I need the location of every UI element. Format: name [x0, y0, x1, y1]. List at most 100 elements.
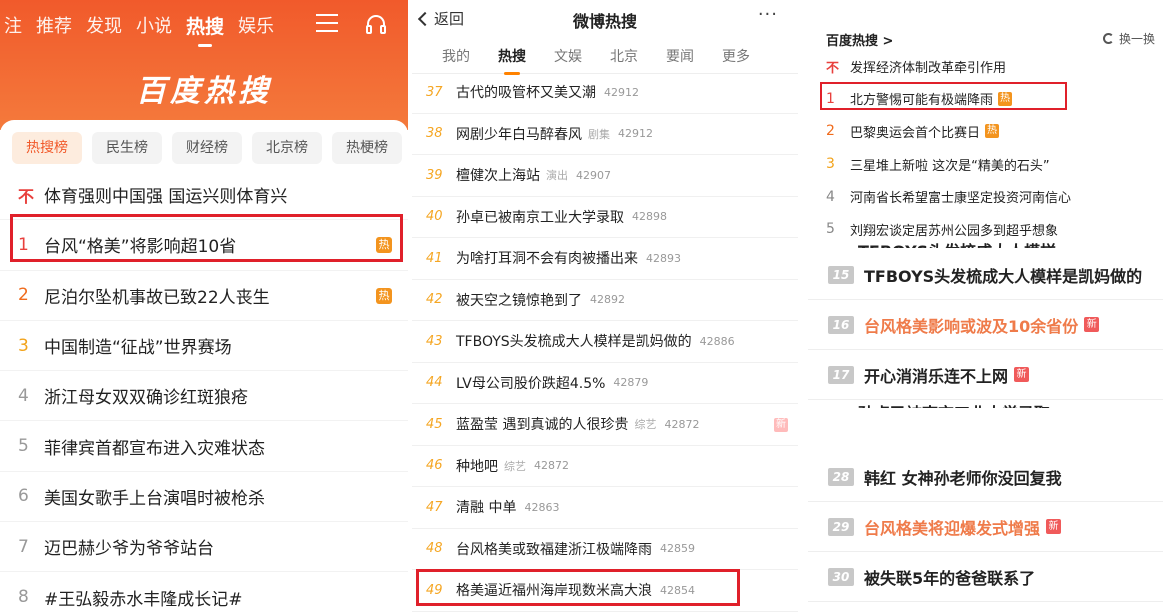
- list-item-text: 台风格美影响或波及10余省份: [864, 316, 1079, 336]
- heat-count: 42879: [613, 376, 649, 390]
- list-item[interactable]: 4 浙江母女双双确诊红斑狼疮: [0, 371, 408, 422]
- highlight-box: [820, 82, 1067, 110]
- list-item[interactable]: 41 为啥打耳洞不会有肉被播出来 42893: [412, 238, 798, 280]
- rank-number: 8: [18, 587, 29, 608]
- list-item-text: 韩红 女神孙老师你没回复我: [864, 468, 1062, 488]
- baidu-board-tabs: 热搜榜 民生榜 财经榜 北京榜 热梗榜: [12, 132, 408, 164]
- refresh-label: 换一换: [1118, 32, 1155, 46]
- page-title: 微博热搜: [572, 12, 637, 31]
- tab-beijing-board[interactable]: 北京榜: [252, 132, 322, 164]
- heat-count: 42907: [576, 168, 611, 182]
- list-item[interactable]: 39 檀健次上海站 演出 42907: [412, 155, 798, 197]
- list-item-text: 台风格美或致福建浙江极端降雨: [456, 541, 652, 558]
- nav-item-novel[interactable]: 小说: [136, 12, 172, 38]
- list-item-text: 中国制造“征战”世界赛场: [44, 338, 232, 359]
- list-item[interactable]: 44 LV母公司股价跌超4.5% 42879: [412, 363, 798, 404]
- rank-number: 17: [828, 365, 854, 384]
- nav-item-discover[interactable]: 发现: [86, 12, 122, 38]
- tab-hot-search[interactable]: 热搜: [498, 46, 526, 75]
- menu-icon[interactable]: [316, 14, 338, 34]
- list-item[interactable]: 4 河南省长希望富士康坚定投资河南信心: [826, 180, 1071, 213]
- list-item[interactable]: 43 TFBOYS头发梳成大人模样是凯妈做的 42886: [412, 321, 798, 363]
- list-item[interactable]: 47 清融 中单 42863: [412, 487, 798, 529]
- refresh-button[interactable]: 换一换: [1102, 30, 1155, 47]
- tab-beijing[interactable]: 北京: [610, 46, 638, 66]
- list-item[interactable]: 不体育强则中国强 国运兴则体育兴: [0, 170, 408, 221]
- list-item[interactable]: 42 被天空之镜惊艳到了 42892: [412, 280, 798, 321]
- more-options-button[interactable]: ···: [758, 4, 778, 25]
- pinned-icon: 不: [18, 186, 35, 206]
- nav-item-hot-search[interactable]: 热搜: [186, 12, 224, 47]
- list-item[interactable]: 2 尼泊尔坠机事故已致22人丧生 热: [0, 271, 408, 321]
- category-tag: 演出: [546, 169, 568, 183]
- list-item[interactable]: 2 巴黎奥运会首个比赛日热: [826, 115, 1071, 148]
- list-item-text: 古代的吸管杯又美又潮: [456, 85, 596, 102]
- list-item[interactable]: 15 TFBOYS头发梳成大人模样是凯妈做的: [808, 250, 1163, 300]
- tab-entertainment[interactable]: 文娱: [554, 46, 582, 66]
- list-item-text: 种地吧: [456, 458, 498, 475]
- list-item[interactable]: 38 网剧少年白马醉春风 剧集 42912: [412, 114, 798, 155]
- list-item[interactable]: 48 台风格美或致福建浙江极端降雨 42859: [412, 529, 798, 570]
- list-item-text: 三星堆上新啦 这次是“精美的石头”: [850, 158, 1050, 174]
- list-item[interactable]: 46 种地吧 综艺 42872: [412, 446, 798, 487]
- tab-more[interactable]: 更多: [722, 46, 750, 66]
- headphone-icon[interactable]: [364, 12, 388, 36]
- list-item[interactable]: 6 美国女歌手上台演唱时被枪杀: [0, 472, 408, 523]
- list-item-text: 开心消消乐连不上网: [864, 366, 1009, 386]
- list-item[interactable]: 45 蓝盈莹 遇到真诚的人很珍贵 综艺 42872 新: [412, 404, 798, 446]
- rank-number: 48: [426, 541, 443, 557]
- rank-number: 5: [18, 436, 29, 457]
- list-item[interactable]: 16 台风格美影响或波及10余省份新: [808, 300, 1163, 350]
- list-item[interactable]: 17 开心消消乐连不上网新: [808, 350, 1163, 400]
- heat-count: 42912: [604, 85, 639, 99]
- nav-item-0[interactable]: 注: [4, 12, 22, 38]
- rank-number: 15: [828, 265, 854, 284]
- list-item[interactable]: 7 迈巴赫少爷为爷爷站台: [0, 522, 408, 573]
- baidu-pc-title-link[interactable]: 百度热搜 >: [826, 30, 893, 49]
- list-item[interactable]: 37 古代的吸管杯又美又潮 42912: [412, 72, 798, 114]
- rank-number: 39: [426, 167, 443, 183]
- new-badge: 新: [1046, 519, 1062, 534]
- list-item[interactable]: 不发挥经济体制改革牵引作用: [826, 50, 1071, 83]
- list-item[interactable]: 29 台风格美将迎爆发式增强新: [808, 502, 1163, 552]
- category-tag: 剧集: [588, 127, 610, 141]
- list-item-text: 巴黎奥运会首个比赛日: [850, 125, 981, 141]
- tab-news[interactable]: 要闻: [666, 46, 694, 66]
- nav-item-recommend[interactable]: 推荐: [36, 12, 72, 38]
- list-item[interactable]: 5 菲律宾首都宣布进入灾难状态: [0, 421, 408, 472]
- rank-number: 37: [426, 84, 443, 100]
- baidu-pc-hot-panel: 百度热搜 > 换一换 不发挥经济体制改革牵引作用 1 北方警惕可能有极端降雨热 2…: [806, 0, 1163, 242]
- list-item[interactable]: 3 中国制造“征战”世界赛场: [0, 321, 408, 372]
- weibo-card-group-a: TFBOYS头发梳成大人模样 15TFBOYS头发梳成大人模样是凯妈做的 16台…: [808, 242, 1163, 408]
- heat-count: 42886: [699, 334, 735, 348]
- nav-item-entertainment[interactable]: 娱乐: [238, 12, 274, 38]
- tab-livelihood-board[interactable]: 民生榜: [92, 132, 162, 164]
- list-item-text: 台风格美将迎爆发式增强: [864, 518, 1041, 538]
- list-item-text: 蓝盈莹 遇到真诚的人很珍贵: [456, 417, 629, 434]
- composite-screenshot: 注 推荐 发现 小说 热搜 娱乐 百度热搜 热搜榜 民生榜 财经榜 北京榜 热梗…: [0, 0, 1163, 613]
- list-item[interactable]: 30 被失联5年的爸爸联系了: [808, 552, 1163, 602]
- heat-count: 42859: [660, 542, 695, 556]
- tab-hot-search-board[interactable]: 热搜榜: [12, 132, 82, 164]
- list-item[interactable]: 8 #王弘毅赤水丰隆成长记#: [0, 572, 408, 613]
- list-item[interactable]: 40 孙卓已被南京工业大学录取 42898: [412, 197, 798, 238]
- list-item[interactable]: 28 韩红 女神孙老师你没回复我: [808, 452, 1163, 502]
- baidu-top-nav: 注 推荐 发现 小说 热搜 娱乐: [0, 8, 408, 47]
- tab-mine[interactable]: 我的: [442, 46, 470, 66]
- baidu-header: 注 推荐 发现 小说 热搜 娱乐 百度热搜: [0, 0, 408, 130]
- rank-number: 43: [426, 333, 443, 349]
- list-item[interactable]: 3 三星堆上新啦 这次是“精美的石头”: [826, 148, 1071, 181]
- list-item-text: 尼泊尔坠机事故已致22人丧生: [44, 287, 270, 308]
- list-item-text: 被失联5年的爸爸联系了: [864, 568, 1036, 588]
- list-item-text: 檀健次上海站: [456, 168, 540, 185]
- baidu-list-card: 热搜榜 民生榜 财经榜 北京榜 热梗榜 不体育强则中国强 国运兴则体育兴 1 台风…: [0, 120, 408, 613]
- list-item-text: 迈巴赫少爷为爷爷站台: [44, 539, 214, 560]
- list-item-text: 为啥打耳洞不会有肉被播出来: [456, 251, 638, 268]
- tab-finance-board[interactable]: 财经榜: [172, 132, 242, 164]
- rank-number: 16: [828, 315, 854, 334]
- list-item-text: 刘翔宏谈定居苏州公园多到超乎想象: [850, 223, 1059, 239]
- pinned-icon: 不: [826, 60, 840, 76]
- list-item-text: TFBOYS头发梳成大人模样是凯妈做的: [456, 334, 692, 351]
- list-item[interactable]: 5 刘翔宏谈定居苏州公园多到超乎想象: [826, 213, 1071, 246]
- tab-meme-board[interactable]: 热梗榜: [332, 132, 402, 164]
